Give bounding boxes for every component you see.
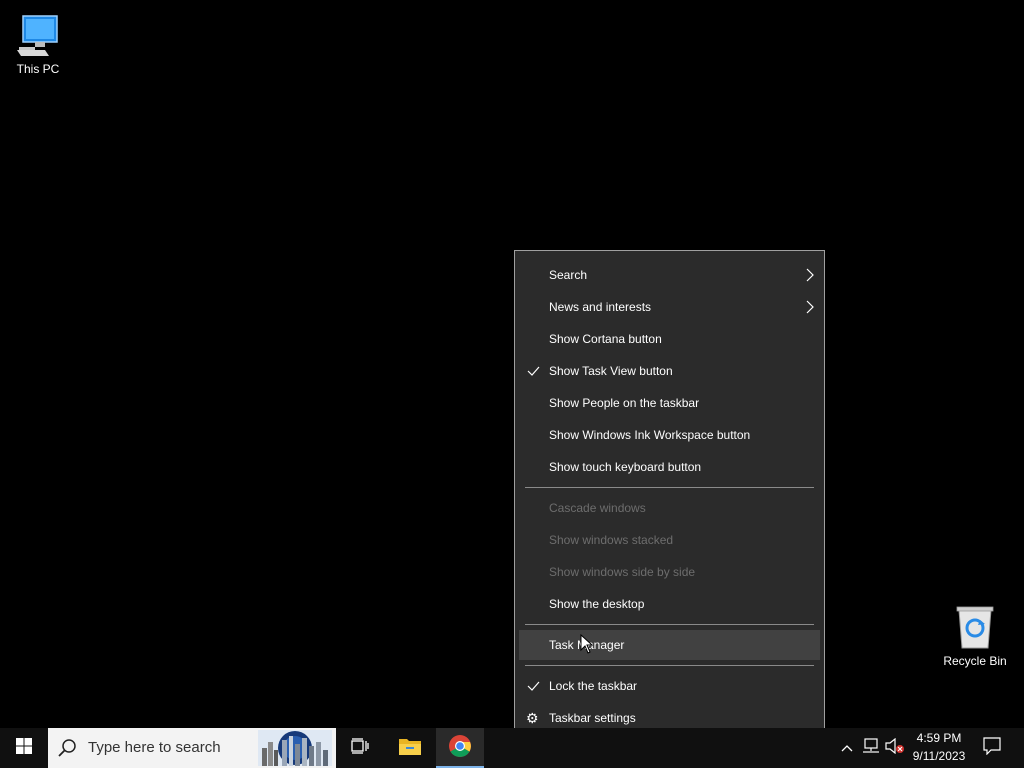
mouse-cursor-icon: [580, 633, 594, 659]
menu-item-show-windows-ink[interactable]: Show Windows Ink Workspace button: [519, 420, 820, 450]
show-hidden-icons-button[interactable]: [838, 728, 856, 768]
desktop-icon-label: This PC: [16, 62, 60, 76]
clock-date: 9/11/2023: [912, 749, 966, 763]
computer-icon: [0, 8, 78, 58]
chevron-up-icon: [841, 739, 853, 757]
clock-time: 4:59 PM: [916, 731, 962, 745]
menu-item-search[interactable]: Search: [519, 260, 820, 290]
action-center-button[interactable]: [978, 728, 1006, 768]
taskbar-search-box[interactable]: Type here to search: [48, 728, 336, 768]
search-highlight-image: [258, 730, 332, 766]
menu-item-show-windows-stacked: Show windows stacked: [549, 533, 674, 547]
recycle-bin-icon: [935, 600, 1015, 650]
volume-muted-icon: [885, 737, 905, 759]
start-icon: [16, 737, 32, 759]
desktop-icon-label: Recycle Bin: [943, 654, 1007, 668]
taskbar-context-menu: Search News and interests Show Cortana b…: [514, 250, 825, 741]
chrome-button[interactable]: [436, 728, 484, 768]
start-button[interactable]: [0, 728, 48, 768]
taskbar: Type here to search 4:59 PM 9/11/2023: [0, 728, 1024, 768]
taskbar-clock[interactable]: 4:59 PM 9/11/2023: [905, 728, 973, 768]
desktop-icon-recycle-bin[interactable]: Recycle Bin: [935, 600, 1015, 668]
chevron-right-icon: [806, 292, 814, 322]
menu-item-show-cortana-button[interactable]: Show Cortana button: [519, 324, 820, 354]
menu-item-show-people[interactable]: Show People on the taskbar: [519, 388, 820, 418]
file-explorer-icon: [398, 736, 422, 761]
volume-tray-button[interactable]: [884, 728, 906, 768]
task-view-icon: [351, 737, 369, 759]
chrome-icon: [448, 734, 472, 763]
desktop-icon-this-pc[interactable]: This PC: [0, 8, 78, 76]
search-placeholder: Type here to search: [88, 739, 221, 756]
menu-item-show-touch-keyboard[interactable]: Show touch keyboard button: [519, 452, 820, 482]
menu-separator: [525, 487, 814, 488]
task-view-button[interactable]: [336, 728, 384, 768]
menu-item-show-windows-side-by-side: Show windows side by side: [549, 565, 696, 579]
menu-separator: [525, 665, 814, 666]
menu-item-news-and-interests[interactable]: News and interests: [519, 292, 820, 322]
menu-item-cascade-windows: Cascade windows: [549, 501, 646, 515]
file-explorer-button[interactable]: [386, 728, 434, 768]
chevron-right-icon: [806, 260, 814, 290]
network-tray-button[interactable]: [860, 728, 882, 768]
checkmark-icon: [527, 356, 541, 386]
checkmark-icon: [527, 671, 541, 701]
menu-item-lock-the-taskbar[interactable]: Lock the taskbar: [519, 671, 820, 701]
menu-item-show-task-view-button[interactable]: Show Task View button: [519, 356, 820, 386]
menu-item-show-the-desktop[interactable]: Show the desktop: [519, 589, 820, 619]
search-icon: [56, 738, 78, 758]
network-icon: [862, 737, 880, 759]
menu-separator: [525, 624, 814, 625]
notification-icon: [983, 736, 1001, 760]
menu-item-task-manager[interactable]: Task Manager: [519, 630, 820, 660]
